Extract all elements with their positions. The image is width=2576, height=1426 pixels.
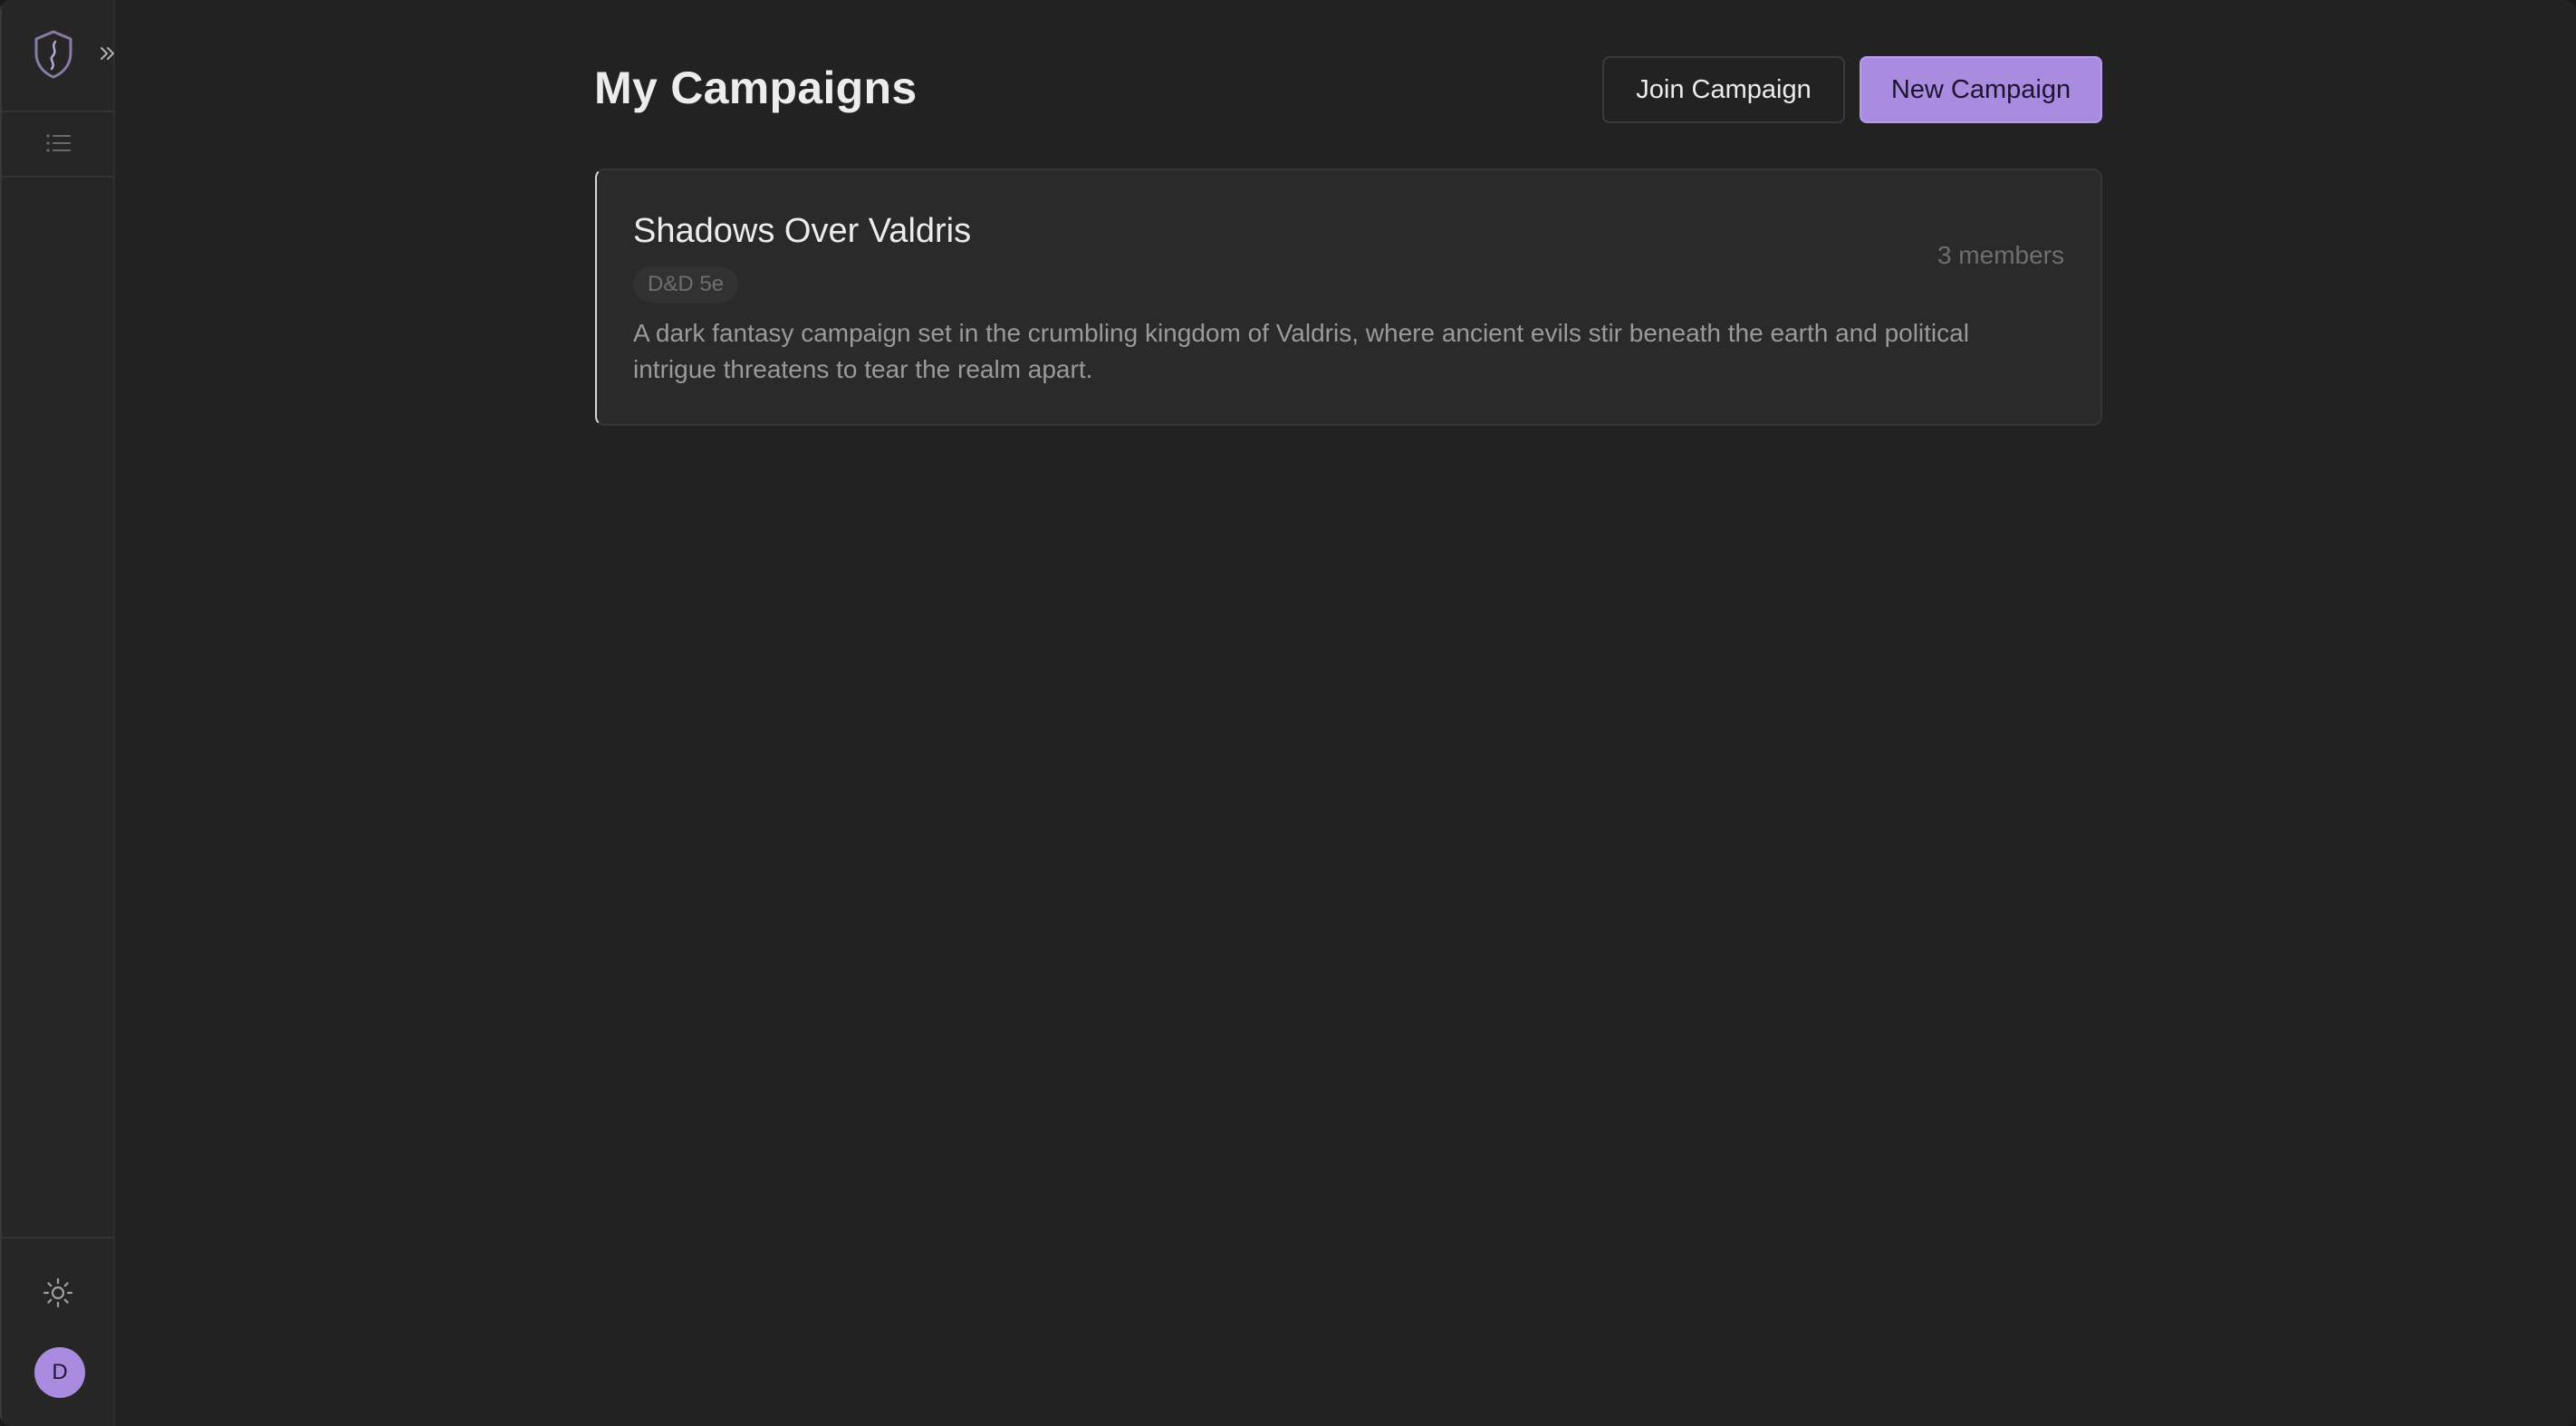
sidebar-footer: D xyxy=(2,1237,115,1426)
new-campaign-button[interactable]: New Campaign xyxy=(1860,56,2102,123)
system-badge: D&D 5e xyxy=(633,266,739,303)
list-icon[interactable] xyxy=(45,132,72,154)
member-count: 3 members xyxy=(1937,241,2064,269)
campaign-description: A dark fantasy campaign set in the crumb… xyxy=(633,319,1969,383)
campaign-card[interactable]: Shadows Over Valdris D&D 5e 3 members A … xyxy=(595,169,2102,426)
expand-sidebar-button[interactable] xyxy=(94,40,121,67)
sidebar-header xyxy=(2,0,115,112)
chevrons-right-icon xyxy=(101,47,114,60)
campaign-title: Shadows Over Valdris xyxy=(633,212,972,250)
sidebar: D xyxy=(0,0,115,1426)
app-window: D My Campaigns Join Campaign New Campaig… xyxy=(0,0,2576,1426)
join-campaign-button[interactable]: Join Campaign xyxy=(1602,56,1845,123)
avatar[interactable]: D xyxy=(34,1347,85,1398)
sun-icon[interactable] xyxy=(42,1277,74,1309)
shield-icon[interactable] xyxy=(33,29,74,80)
sidebar-nav xyxy=(2,112,115,178)
page-title: My Campaigns xyxy=(594,63,918,113)
